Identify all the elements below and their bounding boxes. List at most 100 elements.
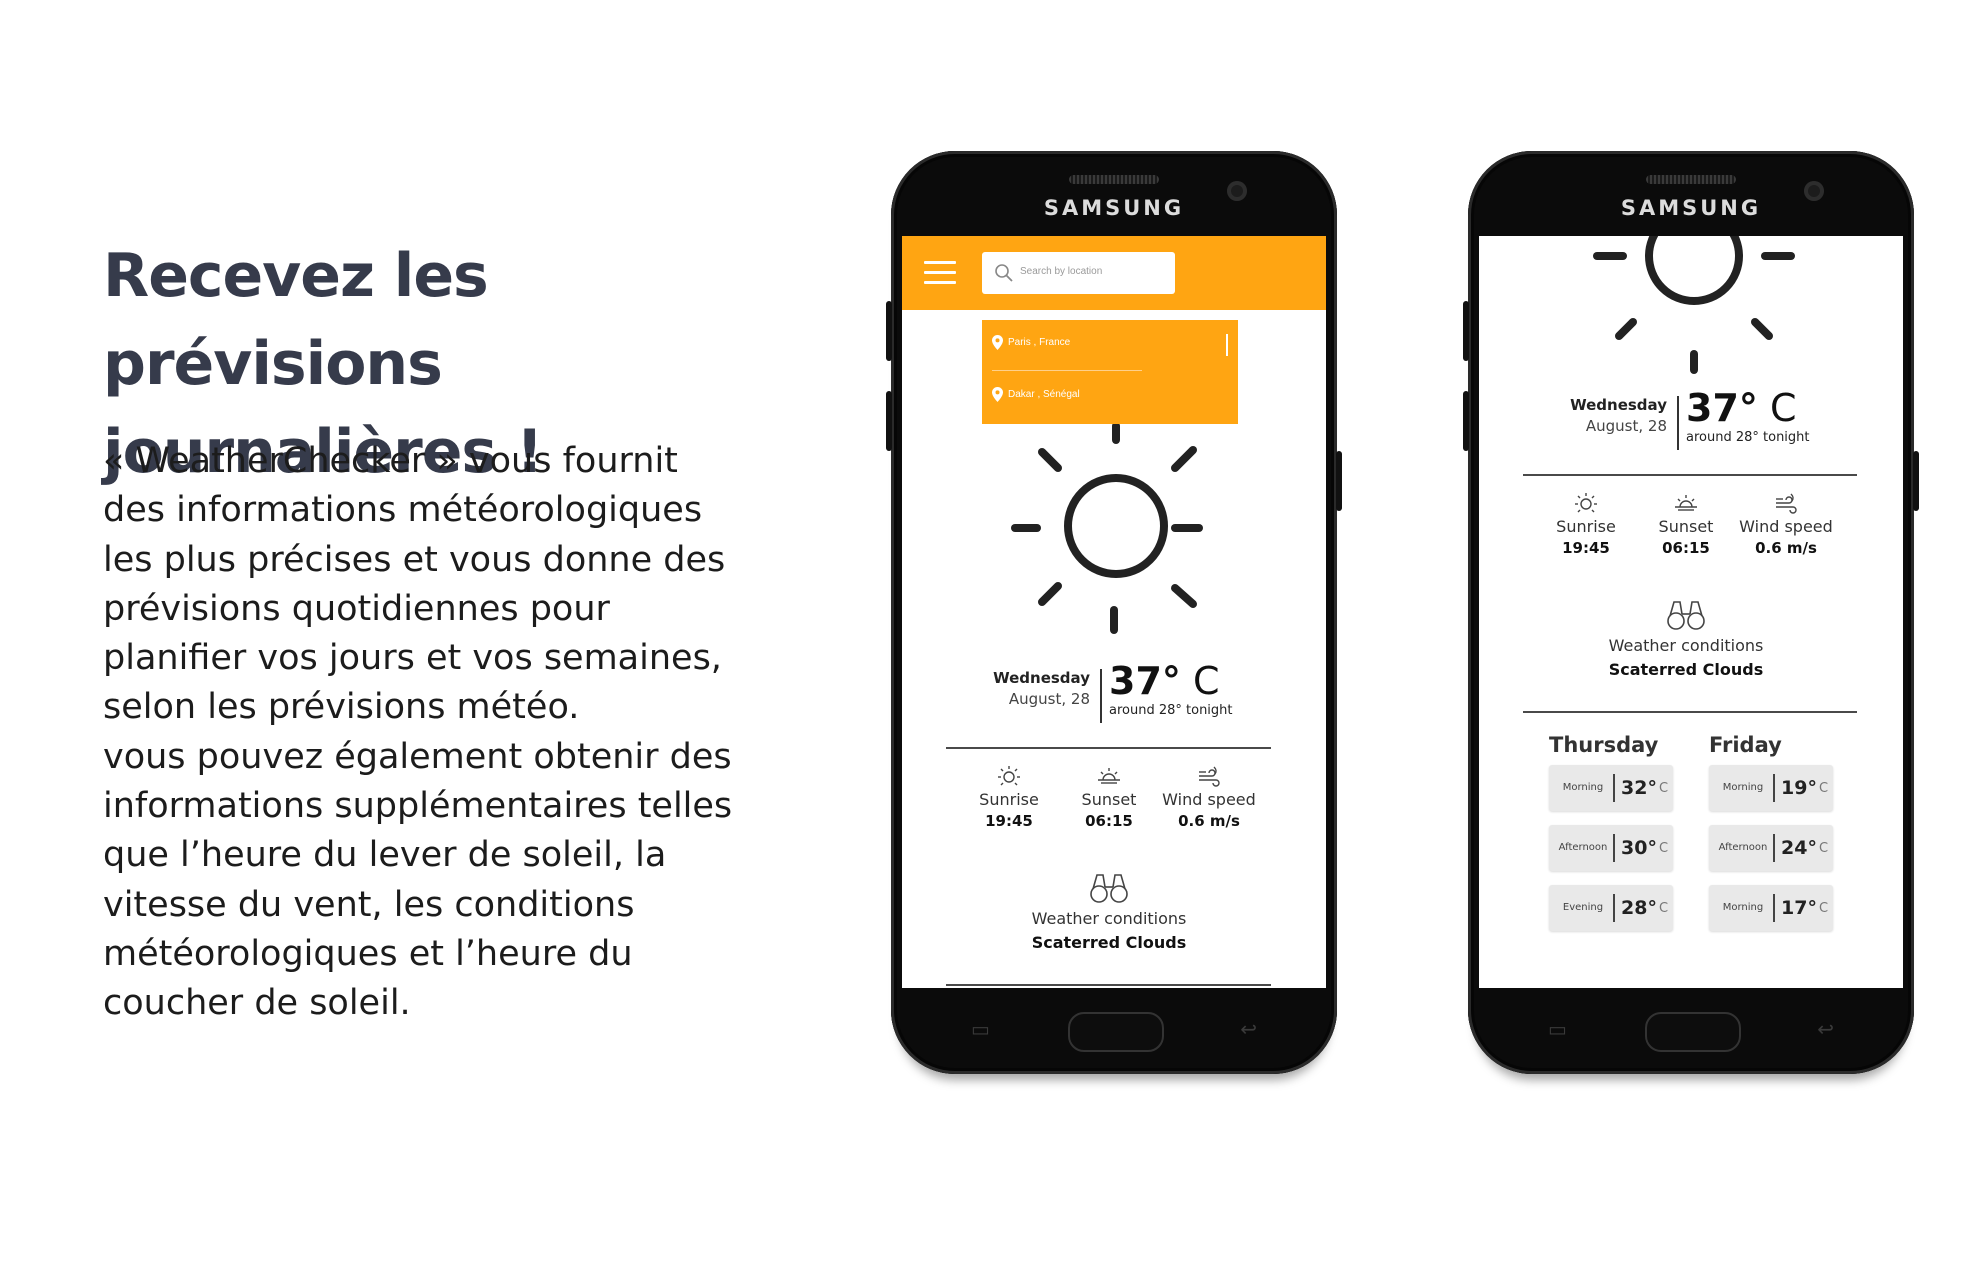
- location-option[interactable]: Dakar , Sénégal: [992, 384, 1080, 404]
- conditions-label: Weather conditions: [1608, 636, 1764, 655]
- speaker-grille: [1069, 175, 1159, 184]
- forecast-part: Morning: [1722, 782, 1764, 793]
- weekday-label: Wednesday: [993, 669, 1090, 687]
- stat-sunrise: Sunrise 19:45: [959, 765, 1059, 830]
- stat-wind: Wind speed 0.6 m/s: [1736, 492, 1836, 557]
- wind-icon: [1776, 493, 1797, 514]
- forecast-card[interactable]: Morning 17° C: [1709, 885, 1833, 931]
- location-pin-icon: [992, 386, 1003, 402]
- divider: [1613, 834, 1615, 862]
- text-caret: [1226, 334, 1228, 356]
- volume-button: [1463, 301, 1469, 361]
- search-placeholder: Search by location: [1020, 266, 1103, 277]
- forecast-temp: 28°: [1621, 897, 1657, 919]
- top-bar: Search by location: [902, 236, 1326, 310]
- temperature-unit: C: [1192, 659, 1220, 703]
- description-line: des informations météorologiques: [103, 490, 703, 531]
- description-line: prévisions quotidiennes pour: [103, 588, 610, 629]
- home-button[interactable]: [1068, 1012, 1164, 1052]
- app-screen: Search by location Paris , France Dakar …: [902, 236, 1326, 988]
- date-block: Wednesday August, 28: [982, 669, 1090, 708]
- stat-value: 19:45: [985, 812, 1033, 830]
- power-button: [1336, 451, 1342, 511]
- sun-icon: [1011, 424, 1203, 634]
- weekday-label: Wednesday: [1570, 396, 1667, 414]
- stat-value: 19:45: [1562, 539, 1610, 557]
- description-line: informations supplémentaires telles: [103, 786, 733, 827]
- phone-mockup-search: SAMSUNG Search by location Paris , Franc…: [886, 151, 1342, 1074]
- back-icon[interactable]: ↩: [1817, 1017, 1834, 1042]
- weather-conditions: Weather conditions Scaterred Clouds: [1009, 871, 1209, 952]
- stat-label: Wind speed: [1739, 517, 1833, 536]
- divider: [1613, 894, 1615, 922]
- recent-apps-icon[interactable]: ▭: [1548, 1017, 1567, 1042]
- description: « WeatherChecker » vous fournit des info…: [103, 437, 783, 1029]
- stat-value: 0.6 m/s: [1755, 539, 1817, 557]
- forecast-part: Evening: [1562, 902, 1604, 913]
- forecast-card[interactable]: Afternoon 30° C: [1549, 825, 1673, 871]
- forecast-card[interactable]: Afternoon 24° C: [1709, 825, 1833, 871]
- stat-label: Sunset: [1658, 517, 1714, 536]
- sunset-icon: [1098, 768, 1120, 784]
- app-screen: Wednesday August, 28 37° C around 28° to…: [1479, 236, 1903, 988]
- hamburger-menu-icon[interactable]: [924, 261, 956, 284]
- forecast-temp: 32°: [1621, 777, 1657, 799]
- divider: [1773, 774, 1775, 802]
- forecast-day-column: Friday Morning 19° C Afternoon 24° C Mor…: [1709, 733, 1833, 945]
- description-line: météorologiques et l’heure du: [103, 933, 633, 974]
- conditions-label: Weather conditions: [1031, 909, 1187, 928]
- forecast-card[interactable]: Morning 19° C: [1709, 765, 1833, 811]
- sun-icon: [1593, 236, 1795, 374]
- volume-button: [1463, 391, 1469, 451]
- weather-conditions: Weather conditions Scaterred Clouds: [1586, 598, 1786, 679]
- binoculars-icon: [1667, 601, 1705, 630]
- forecast-temp: 19°: [1781, 777, 1817, 799]
- stat-label: Wind speed: [1162, 790, 1256, 809]
- search-input[interactable]: Search by location: [982, 252, 1175, 294]
- stat-value: 06:15: [1662, 539, 1710, 557]
- date-label: August, 28: [1008, 690, 1090, 708]
- temperature-value: 37°: [1109, 659, 1181, 703]
- forecast-card[interactable]: Evening 28° C: [1549, 885, 1673, 931]
- description-line: « WeatherChecker » vous fournit: [103, 441, 678, 481]
- stat-label: Sunset: [1081, 790, 1137, 809]
- description-line: vitesse du vent, les conditions: [103, 884, 635, 925]
- sunrise-icon: [998, 766, 1020, 786]
- forecast-unit: C: [1819, 901, 1829, 916]
- power-button: [1913, 451, 1919, 511]
- forecast-temp: 24°: [1781, 837, 1817, 859]
- divider: [1677, 396, 1679, 450]
- date-block: Wednesday August, 28: [1559, 396, 1667, 435]
- tonight-temperature: around 28° tonight: [1109, 703, 1233, 718]
- volume-button: [886, 391, 892, 451]
- location-option[interactable]: Paris , France: [992, 332, 1070, 352]
- description-line: selon les prévisions météo.: [103, 687, 580, 728]
- temperature-unit: C: [1769, 386, 1797, 430]
- forecast-card[interactable]: Morning 32° C: [1549, 765, 1673, 811]
- stat-label: Sunrise: [979, 790, 1039, 809]
- temperature-block: 37° C around 28° tonight: [1686, 388, 1810, 445]
- description-line: planifier vos jours et vos semaines,: [103, 638, 722, 679]
- forecast-unit: C: [1659, 901, 1669, 916]
- forecast-part: Afternoon: [1558, 842, 1608, 853]
- recent-apps-icon[interactable]: ▭: [971, 1017, 990, 1042]
- description-line: que l’heure du lever de soleil, la: [103, 835, 667, 876]
- forecast-part: Morning: [1562, 782, 1604, 793]
- divider: [1100, 669, 1102, 723]
- volume-button: [886, 301, 892, 361]
- home-button[interactable]: [1645, 1012, 1741, 1052]
- description-line: vous pouvez également obtenir des: [103, 736, 732, 777]
- forecast-day-label: Friday: [1709, 733, 1782, 757]
- back-icon[interactable]: ↩: [1240, 1017, 1257, 1042]
- stat-value: 0.6 m/s: [1178, 812, 1240, 830]
- divider: [1523, 711, 1857, 713]
- sun-wind-stats: Sunrise 19:45 Sunset 06:15 Wind speed 0.…: [959, 765, 1259, 830]
- headline-line-1: Recevez les prévisions: [103, 241, 489, 399]
- temperature-value: 37°: [1686, 386, 1758, 430]
- description-line: coucher de soleil.: [103, 983, 411, 1024]
- brand-logo: SAMSUNG: [1620, 196, 1762, 220]
- binoculars-icon: [1090, 874, 1128, 903]
- stat-label: Sunrise: [1556, 517, 1616, 536]
- divider: [1523, 474, 1857, 476]
- speaker-grille: [1646, 175, 1736, 184]
